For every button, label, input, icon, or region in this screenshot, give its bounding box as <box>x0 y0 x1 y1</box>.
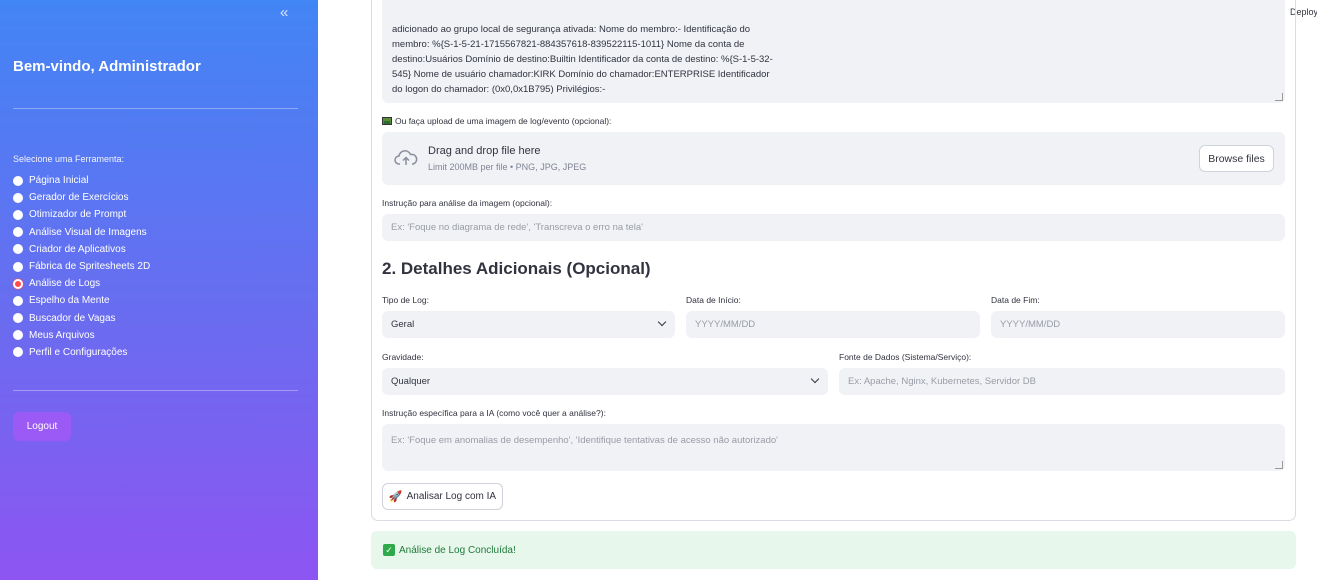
end-date-input[interactable]: YYYY/MM/DD <box>991 311 1285 338</box>
sidebar-item-1[interactable]: Gerador de Exercícios <box>13 189 150 206</box>
radio-icon[interactable] <box>13 278 23 289</box>
radio-icon[interactable] <box>13 261 23 272</box>
radio-icon[interactable] <box>13 347 23 358</box>
source-label: Fonte de Dados (Sistema/Serviço): <box>839 352 972 362</box>
sidebar-item-4[interactable]: Criador de Aplicativos <box>13 241 150 258</box>
radio-icon[interactable] <box>13 313 23 324</box>
browse-files-button[interactable]: Browse files <box>1199 145 1274 172</box>
log-type-select[interactable]: Geral <box>382 311 675 338</box>
radio-icon[interactable] <box>13 330 23 341</box>
sidebar-item-label: Criador de Aplicativos <box>29 243 126 255</box>
sidebar-item-label: Espelho da Mente <box>29 295 110 307</box>
upload-label: Ou faça upload de uma imagem de log/even… <box>382 116 611 126</box>
sidebar-item-0[interactable]: Página Inicial <box>13 172 150 189</box>
rocket-icon: 🚀 <box>388 491 403 503</box>
resize-handle-icon[interactable] <box>1275 93 1283 101</box>
sidebar-divider <box>13 108 298 109</box>
sidebar-item-label: Página Inicial <box>29 175 89 187</box>
radio-icon[interactable] <box>13 227 23 238</box>
end-date-label: Data de Fim: <box>991 295 1040 305</box>
sidebar-item-label: Análise de Logs <box>29 278 101 290</box>
sidebar-item-8[interactable]: Buscador de Vagas <box>13 310 150 327</box>
sidebar-item-3[interactable]: Análise Visual de Imagens <box>13 224 150 241</box>
sidebar-item-label: Gerador de Exercícios <box>29 192 129 204</box>
radio-icon[interactable] <box>13 244 23 255</box>
radio-icon[interactable] <box>13 209 23 220</box>
log-line: do logon do chamador: (0x0,0x1B795) Priv… <box>392 84 606 95</box>
ai-instruction-label: Instrução específica para a IA (como voc… <box>382 408 606 418</box>
log-line: adicionado ao grupo local de segurança a… <box>392 24 751 35</box>
log-type-label: Tipo de Log: <box>382 295 429 305</box>
welcome-heading: Bem-vindo, Administrador <box>13 58 201 75</box>
image-icon <box>382 117 392 125</box>
start-date-label: Data de Início: <box>686 295 741 305</box>
upload-label-text: Ou faça upload de uma imagem de log/even… <box>395 116 612 126</box>
cloud-upload-icon <box>394 150 418 165</box>
resize-handle-icon[interactable] <box>1275 461 1283 469</box>
sidebar-item-label: Fábrica de Spritesheets 2D <box>29 261 151 273</box>
log-text-area[interactable]: adicionado ao grupo local de segurança a… <box>382 0 1285 103</box>
radio-icon[interactable] <box>13 192 23 203</box>
sidebar-item-7[interactable]: Espelho da Mente <box>13 292 150 309</box>
chevron-down-icon <box>810 374 820 384</box>
source-input[interactable]: Ex: Apache, Nginx, Kubernetes, Servidor … <box>839 368 1285 395</box>
severity-select[interactable]: Qualquer <box>382 368 828 395</box>
sidebar-divider <box>13 390 298 391</box>
tool-select-label: Selecione uma Ferramenta: <box>13 154 125 164</box>
image-instruction-input[interactable]: Ex: 'Foque no diagrama de rede', 'Transc… <box>382 214 1285 241</box>
ai-instruction-textarea[interactable]: Ex: 'Foque em anomalias de desempenho', … <box>382 424 1285 471</box>
log-line: membro: %{S-1-5-21-1715567821-884357618-… <box>392 39 745 50</box>
logout-button[interactable]: Logout <box>13 412 71 441</box>
start-date-input[interactable]: YYYY/MM/DD <box>686 311 980 338</box>
sidebar-item-label: Buscador de Vagas <box>29 312 116 324</box>
sidebar-item-6[interactable]: Análise de Logs <box>13 275 150 292</box>
sidebar-item-9[interactable]: Meus Arquivos <box>13 327 150 344</box>
sidebar-item-label: Meus Arquivos <box>29 329 95 341</box>
dropzone-limit: Limit 200MB per file • PNG, JPG, JPEG <box>428 162 587 172</box>
dropzone-title: Drag and drop file here <box>428 145 541 157</box>
ai-instruction-placeholder: Ex: 'Foque em anomalias de desempenho', … <box>391 435 778 446</box>
sidebar-item-2[interactable]: Otimizador de Prompt <box>13 206 150 223</box>
sidebar-item-label: Análise Visual de Imagens <box>29 226 147 238</box>
section-title: 2. Detalhes Adicionais (Opcional) <box>382 259 651 278</box>
chevron-down-icon <box>657 317 667 327</box>
severity-value: Qualquer <box>391 376 431 387</box>
file-dropzone[interactable]: Drag and drop file here Limit 200MB per … <box>382 132 1285 185</box>
sidebar-item-5[interactable]: Fábrica de Spritesheets 2D <box>13 258 150 275</box>
success-alert: ✓ Análise de Log Concluída! <box>371 531 1296 569</box>
sidebar-item-10[interactable]: Perfil e Configurações <box>13 344 150 361</box>
collapse-sidebar-icon[interactable]: « <box>280 4 288 21</box>
sidebar-item-label: Otimizador de Prompt <box>29 209 127 221</box>
radio-icon[interactable] <box>13 175 23 186</box>
radio-icon[interactable] <box>13 295 23 306</box>
log-type-value: Geral <box>391 319 415 330</box>
check-icon: ✓ <box>383 544 395 556</box>
analyze-log-label: Analisar Log com IA <box>406 491 497 502</box>
sidebar-item-label: Perfil e Configurações <box>29 346 128 358</box>
image-instruction-label: Instrução para análise da imagem (opcion… <box>382 198 553 208</box>
tool-radio-group: Página Inicial Gerador de Exercícios Otimi… <box>13 172 150 361</box>
log-line: 545} Nome de usuário chamador:KIRK Domín… <box>392 69 770 80</box>
severity-label: Gravidade: <box>382 352 424 362</box>
success-message: Análise de Log Concluída! <box>399 544 516 556</box>
analyze-log-button[interactable]: 🚀 Analisar Log com IA <box>382 483 503 510</box>
sidebar: « Bem-vindo, Administrador Selecione uma… <box>0 0 318 580</box>
log-line: destino:Usuários Domínio de destino:Buil… <box>392 54 773 65</box>
